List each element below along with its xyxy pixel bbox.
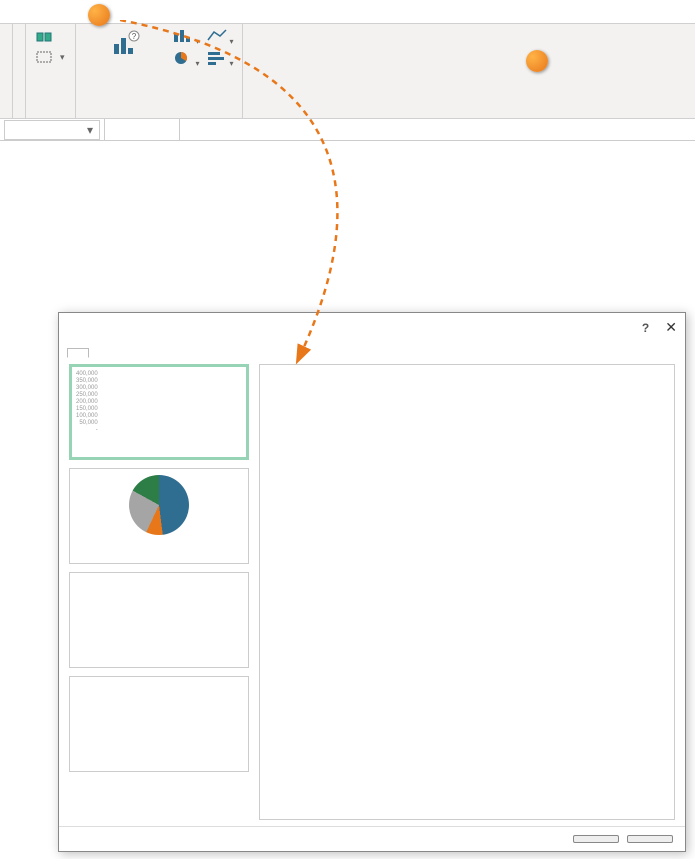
bar-chart-icon[interactable]: ▾ — [206, 50, 236, 70]
insert-chart-dialog: ? ✕ 400,000350,000300,000250,000200,0001… — [58, 312, 686, 852]
ribbon-group-smart: ▾ — [26, 24, 76, 118]
formula-row: ▾ — [0, 119, 695, 141]
ribbon-group-illustrations — [13, 24, 26, 118]
name-box[interactable]: ▾ — [4, 120, 100, 140]
chevron-down-icon[interactable]: ▾ — [87, 123, 93, 137]
chart-thumbnail-list: 400,000350,000300,000250,000200,000150,0… — [69, 364, 249, 820]
recommended-charts-button[interactable]: ? — [82, 28, 170, 70]
chart-type-icons: ▾ ▾ ▾ ▾ — [172, 28, 236, 70]
thumb-pie[interactable] — [69, 468, 249, 564]
dialog-tabs — [59, 342, 685, 358]
line-chart-icon[interactable]: ▾ — [206, 28, 236, 48]
cancel-button[interactable] — [627, 835, 673, 843]
pie-icon — [129, 475, 189, 535]
recommended-charts-icon: ? — [112, 30, 140, 58]
thumb-title — [70, 469, 248, 471]
thumb-funnel[interactable] — [69, 676, 249, 772]
thumb-bar[interactable] — [69, 572, 249, 668]
pie-chart-icon[interactable]: ▾ — [172, 50, 202, 70]
column-chart-icon[interactable]: ▾ — [172, 28, 202, 48]
ribbon-group-tables — [0, 24, 13, 118]
help-icon[interactable]: ? — [642, 321, 649, 335]
formula-bar[interactable] — [179, 119, 695, 140]
ok-button[interactable] — [573, 835, 619, 843]
callout-1 — [88, 4, 110, 26]
thumb-clustered-column[interactable]: 400,000350,000300,000250,000200,000150,0… — [69, 364, 249, 460]
ribbon: ▾ ? ▾ ▾ ▾ ▾ — [0, 24, 695, 119]
smartart-button[interactable] — [32, 28, 69, 46]
smartart-icon — [36, 29, 52, 45]
screenshot-button[interactable]: ▾ — [32, 48, 69, 66]
chevron-down-icon: ▾ — [60, 52, 65, 63]
tab-all-charts[interactable] — [89, 348, 111, 358]
group-label-charts — [139, 116, 179, 118]
chart-preview — [259, 364, 675, 820]
preview-chart-svg — [272, 377, 652, 577]
close-icon[interactable]: ✕ — [665, 319, 677, 336]
tab-recommended-charts[interactable] — [67, 348, 89, 358]
svg-text:?: ? — [131, 32, 136, 41]
screenshot-icon — [36, 49, 52, 65]
dialog-titlebar: ? ✕ — [59, 313, 685, 342]
callout-2 — [526, 50, 548, 72]
ribbon-group-charts: ? ▾ ▾ ▾ ▾ — [76, 24, 243, 118]
